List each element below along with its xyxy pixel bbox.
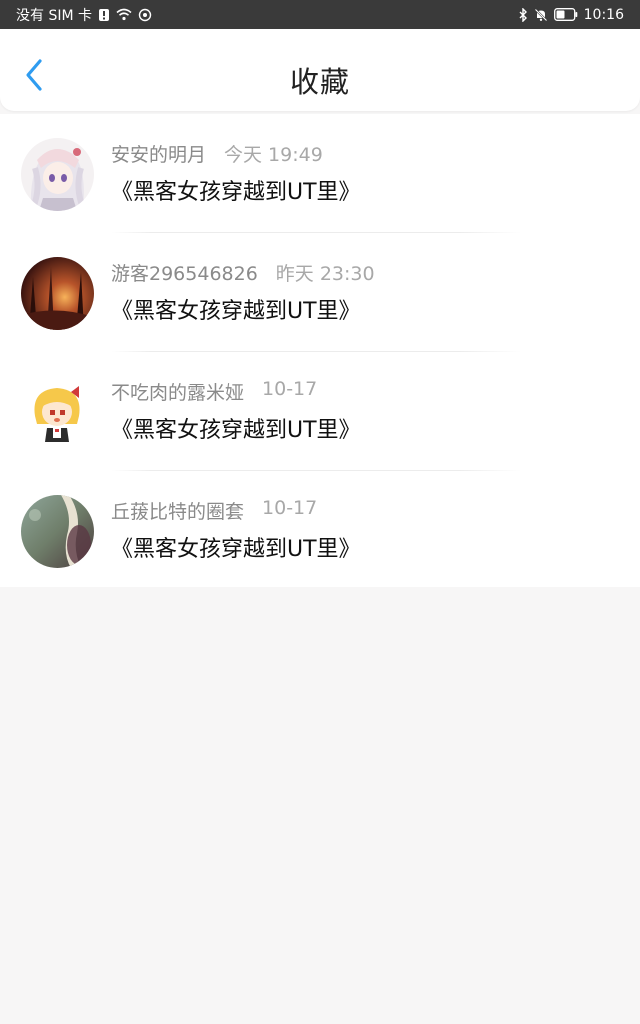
status-left: 没有 SIM 卡: [16, 5, 152, 25]
list-item[interactable]: 丘菝比特的圈套 10-17 《黑客女孩穿越到UT里》: [0, 471, 640, 590]
username[interactable]: 丘菝比特的圈套: [111, 497, 244, 524]
wifi-icon: [116, 8, 132, 21]
status-bar: 没有 SIM 卡 10:16: [0, 0, 640, 29]
timestamp: 昨天 23:30: [275, 263, 375, 285]
user-avatar[interactable]: [21, 138, 94, 211]
book-title[interactable]: 《黑客女孩穿越到UT里》: [111, 293, 361, 325]
username[interactable]: 安安的明月: [111, 140, 206, 167]
hotspot-icon: [138, 8, 152, 22]
user-avatar[interactable]: [21, 495, 94, 568]
user-avatar[interactable]: [21, 257, 94, 330]
list-item[interactable]: 不吃肉的露米娅 10-17 《黑客女孩穿越到UT里》: [0, 352, 640, 471]
bluetooth-icon: [518, 7, 528, 22]
app-header: 收藏: [0, 29, 640, 111]
timestamp: 今天 19:49: [224, 144, 323, 166]
status-right: 10:16: [518, 7, 624, 23]
item-meta: 游客296546826 昨天 23:30: [111, 259, 375, 286]
battery-icon: [553, 8, 578, 21]
username[interactable]: 游客296546826: [111, 259, 258, 286]
page-title: 收藏: [289, 65, 350, 99]
carrier-text: 没有 SIM 卡: [16, 7, 92, 24]
favorites-list: 安安的明月 今天 19:49 《黑客女孩穿越到UT里》 游客296546826 …: [0, 114, 640, 587]
book-title[interactable]: 《黑客女孩穿越到UT里》: [111, 174, 361, 206]
item-meta: 安安的明月 今天 19:49: [111, 140, 323, 167]
book-title[interactable]: 《黑客女孩穿越到UT里》: [111, 531, 361, 563]
list-item[interactable]: 安安的明月 今天 19:49 《黑客女孩穿越到UT里》: [0, 114, 640, 233]
item-meta: 不吃肉的露米娅 10-17: [111, 378, 317, 405]
user-avatar[interactable]: [21, 376, 94, 449]
mute-bell-icon: [534, 8, 548, 22]
timestamp: 10-17: [262, 378, 318, 400]
timestamp: 10-17: [262, 497, 318, 519]
item-meta: 丘菝比特的圈套 10-17: [111, 497, 317, 524]
book-title[interactable]: 《黑客女孩穿越到UT里》: [111, 412, 361, 444]
clock-text: 10:16: [583, 6, 624, 23]
list-item[interactable]: 游客296546826 昨天 23:30 《黑客女孩穿越到UT里》: [0, 233, 640, 352]
sim-alert-icon: [98, 8, 110, 22]
username[interactable]: 不吃肉的露米娅: [111, 378, 244, 405]
